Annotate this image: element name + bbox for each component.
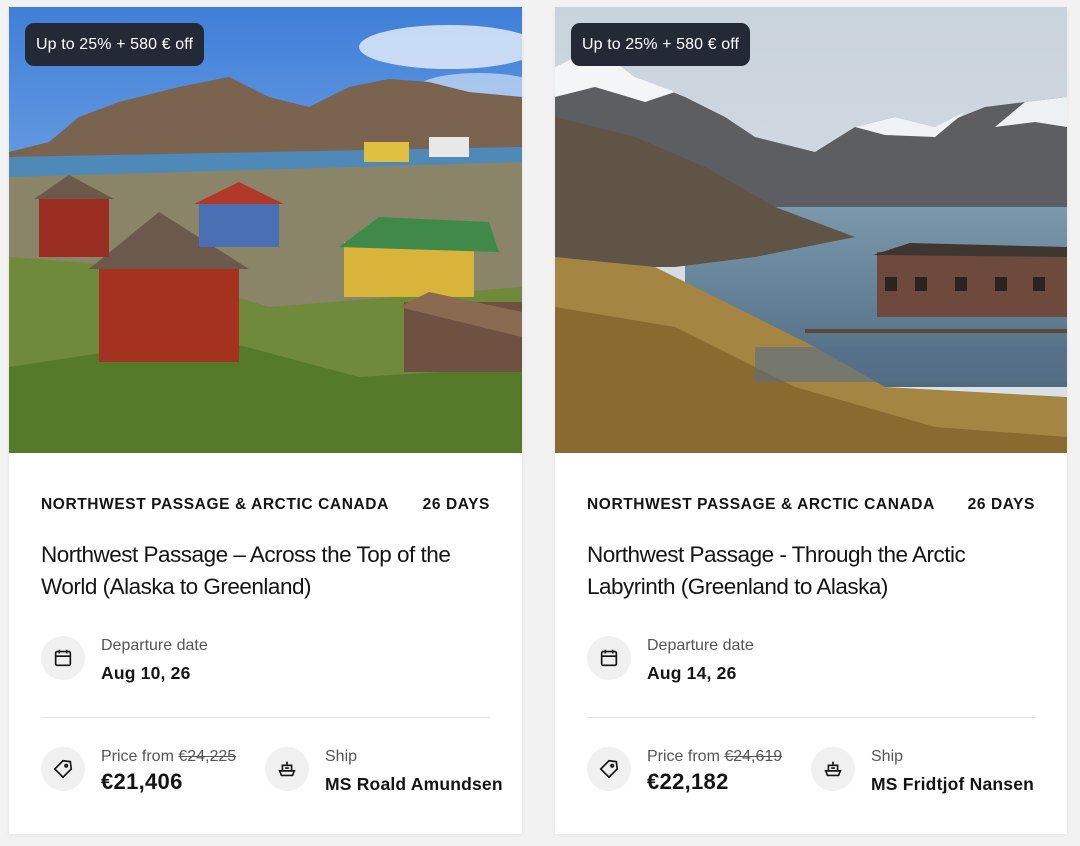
calendar-icon [41,636,85,680]
price-label-row: Price from €24,225 [101,747,236,767]
divider [41,717,490,718]
departure-label: Departure date [647,637,754,654]
departure-info: Departure date Aug 14, 26 [587,636,754,683]
region-label: NORTHWEST PASSAGE & ARCTIC CANADA [41,496,389,513]
discount-badge: Up to 25% + 580 € off [571,23,751,66]
expedition-card[interactable]: Up to 25% + 580 € off NORTHWEST PASSAGE … [9,7,522,834]
departure-info: Departure date Aug 10, 26 [41,636,208,683]
card-image[interactable]: Up to 25% + 580 € off [9,7,522,453]
price-tag-icon [41,747,85,791]
expedition-card-grid: Up to 25% + 580 € off NORTHWEST PASSAGE … [0,0,1080,846]
price-tag-icon [587,747,631,791]
departure-label: Departure date [101,637,208,654]
price-label: Price from [647,748,720,765]
ship-icon [811,747,855,791]
ship-icon [265,747,309,791]
ship-label: Ship [325,748,358,765]
ship-name: MS Roald Amundsen [325,774,503,794]
calendar-icon [587,636,631,680]
price-label-row: Price from €24,619 [647,747,782,767]
original-price: €24,225 [178,748,237,765]
expedition-title[interactable]: Northwest Passage – Across the Top of th… [41,539,490,603]
duration-label: 26 DAYS [967,496,1035,513]
ship-info: Ship MS Roald Amundsen [265,747,503,794]
ship-info: Ship MS Fridtjof Nansen [811,747,1034,794]
discount-badge: Up to 25% + 580 € off [25,23,205,66]
discounted-price: €22,182 [647,769,729,794]
expedition-card[interactable]: Up to 25% + 580 € off NORTHWEST PASSAGE … [555,7,1067,834]
greenland-village-photo [9,7,522,453]
region-label: NORTHWEST PASSAGE & ARCTIC CANADA [587,496,935,513]
price-info: Price from €24,225 €21,406 [41,747,236,794]
departure-date: Aug 14, 26 [647,663,737,683]
arctic-fjord-photo [555,7,1067,453]
divider [587,717,1035,718]
card-image[interactable]: Up to 25% + 580 € off [555,7,1067,453]
card-meta: NORTHWEST PASSAGE & ARCTIC CANADA 26 DAY… [587,496,1035,514]
card-meta: NORTHWEST PASSAGE & ARCTIC CANADA 26 DAY… [41,496,490,514]
price-label: Price from [101,748,174,765]
expedition-title[interactable]: Northwest Passage - Through the Arctic L… [587,539,1035,603]
price-info: Price from €24,619 €22,182 [587,747,782,794]
ship-label: Ship [871,748,904,765]
discounted-price: €21,406 [101,769,183,794]
original-price: €24,619 [724,748,783,765]
ship-name: MS Fridtjof Nansen [871,774,1035,794]
duration-label: 26 DAYS [422,496,490,513]
departure-date: Aug 10, 26 [101,663,191,683]
